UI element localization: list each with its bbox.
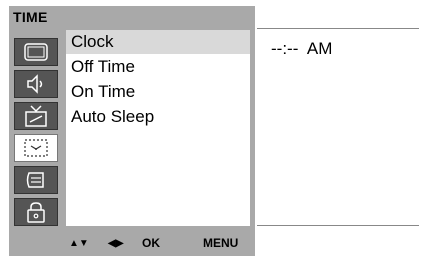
clock-time-value: --:-- AM <box>271 39 333 58</box>
menu-hint: MENU <box>203 236 239 250</box>
menu-frame: Clock Off Time On Time Auto Sleep ▲▼ ◀▶ … <box>9 28 255 256</box>
menu-item-off-time[interactable]: Off Time <box>66 55 250 79</box>
category-icon-column <box>9 28 65 232</box>
menu-item-auto-sleep[interactable]: Auto Sleep <box>66 105 250 129</box>
updown-arrows-icon: ▲▼ <box>69 238 89 249</box>
time-icon <box>24 139 48 157</box>
ok-hint: OK <box>142 236 160 250</box>
sound-icon <box>27 74 43 94</box>
station-icon <box>25 105 47 127</box>
category-sound[interactable] <box>14 70 58 98</box>
category-station[interactable] <box>14 102 58 130</box>
nav-hint-bar: ▲▼ ◀▶ OK MENU <box>9 232 255 256</box>
menu-title-bar: TIME <box>9 6 255 28</box>
category-time[interactable] <box>14 134 58 162</box>
special-icon <box>26 172 44 188</box>
category-special[interactable] <box>14 166 58 194</box>
menu-item-on-time[interactable]: On Time <box>66 80 250 104</box>
picture-icon <box>24 43 48 61</box>
tv-osd-menu: TIME Clock Off Time On Time Auto Sleep ▲… <box>9 6 419 256</box>
category-lock[interactable] <box>14 198 58 226</box>
menu-title: TIME <box>13 9 48 25</box>
lock-icon <box>27 202 45 223</box>
category-picture[interactable] <box>14 38 58 66</box>
leftright-arrows-icon: ◀▶ <box>108 238 124 249</box>
menu-list-panel: Clock Off Time On Time Auto Sleep <box>66 30 250 226</box>
setting-value-panel: --:-- AM <box>257 28 419 226</box>
menu-item-clock[interactable]: Clock <box>66 30 250 54</box>
